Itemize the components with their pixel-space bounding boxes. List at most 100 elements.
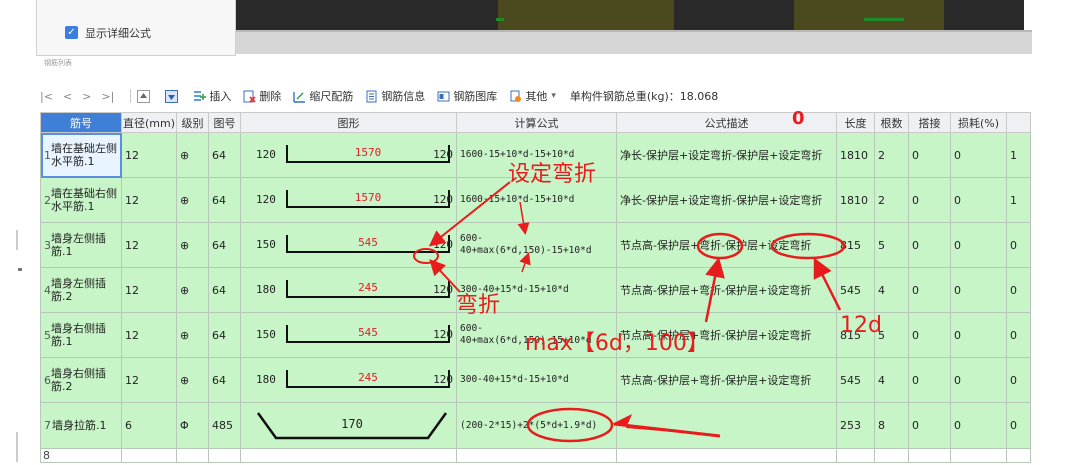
cell-description[interactable]: 净长-保护层+设定弯折-保护层+设定弯折 xyxy=(616,177,837,223)
cell-loss[interactable]: 0 xyxy=(950,222,1007,268)
cell-loss[interactable]: 0 xyxy=(950,267,1007,313)
cell-description[interactable] xyxy=(616,402,837,449)
col-lap[interactable]: 搭接 xyxy=(908,112,951,133)
cell-formula[interactable]: 600-40+max(6*d,150)-15+10*d xyxy=(456,222,617,268)
cell-lap[interactable]: 0 xyxy=(908,312,951,358)
cell-grade[interactable]: Φ xyxy=(176,402,209,449)
cell-bar-name[interactable]: 7 墙身拉筋.1 xyxy=(40,402,122,449)
cell-description[interactable]: 节点高-保护层+弯折-保护层+设定弯折 xyxy=(616,222,837,268)
nav-prev-button[interactable]: < xyxy=(63,90,72,103)
cell-grade[interactable]: ⊕ xyxy=(176,222,209,268)
cell-shape[interactable]: 150 545 120 xyxy=(240,312,457,358)
cell-figure-no[interactable]: 64 xyxy=(208,132,241,178)
cell-extra[interactable]: 0 xyxy=(1006,402,1031,449)
cell-diameter[interactable]: 12 xyxy=(121,312,177,358)
cell-lap[interactable]: 0 xyxy=(908,267,951,313)
cell-extra[interactable]: 0 xyxy=(1006,267,1031,313)
scale-rebar-button[interactable]: 缩尺配筋 xyxy=(293,88,353,104)
cell-formula[interactable]: 300-40+15*d-15+10*d xyxy=(456,357,617,403)
splitter-bar[interactable] xyxy=(234,30,1032,54)
cell-description[interactable]: 节点高-保护层+弯折-保护层+设定弯折 xyxy=(616,357,837,403)
cell-figure-no[interactable]: 64 xyxy=(208,177,241,223)
insert-button[interactable]: 插入 xyxy=(193,88,231,104)
col-grade[interactable]: 级别 xyxy=(176,112,209,133)
nav-last-button[interactable]: >| xyxy=(101,90,114,103)
cell-loss[interactable]: 0 xyxy=(950,357,1007,403)
cell-count[interactable]: 2 xyxy=(874,177,909,223)
cell-formula[interactable]: (200-2*15)+2*(5*d+1.9*d) xyxy=(456,402,617,449)
cell-bar-name[interactable]: 5 墙身右侧插筋.1 xyxy=(40,312,122,358)
cell-count[interactable]: 5 xyxy=(874,222,909,268)
cell-shape[interactable]: 180 245 120 xyxy=(240,357,457,403)
cell-shape[interactable]: 170 xyxy=(240,402,457,449)
cell-extra[interactable]: 0 xyxy=(1006,357,1031,403)
rebar-info-button[interactable]: 钢筋信息 xyxy=(365,88,425,104)
cell-shape[interactable]: 150 545 120 xyxy=(240,222,457,268)
cell-length[interactable]: 253 xyxy=(836,402,875,449)
col-extra[interactable] xyxy=(1006,112,1031,133)
cell-length[interactable]: 815 xyxy=(836,222,875,268)
cell-extra[interactable]: 1 xyxy=(1006,177,1031,223)
cell-length[interactable]: 545 xyxy=(836,267,875,313)
col-length[interactable]: 长度 xyxy=(836,112,875,133)
cell-figure-no[interactable]: 64 xyxy=(208,357,241,403)
cell-extra[interactable]: 0 xyxy=(1006,312,1031,358)
show-formula-checkbox[interactable]: ✓ xyxy=(65,26,78,39)
table-row[interactable]: 7 墙身拉筋.1 6 Φ 485 170 (200-2*15)+2*(5*d+1.… xyxy=(40,402,1031,449)
cell-diameter[interactable]: 12 xyxy=(121,177,177,223)
cell-figure-no[interactable]: 64 xyxy=(208,312,241,358)
table-row[interactable]: 3 墙身左侧插筋.1 12 ⊕ 64 150 545 120 600-40+max(6… xyxy=(40,222,1031,268)
cell-grade[interactable]: ⊕ xyxy=(176,177,209,223)
cell-lap[interactable]: 0 xyxy=(908,402,951,449)
delete-button[interactable]: 删除 xyxy=(243,88,281,104)
cell-length[interactable]: 1810 xyxy=(836,132,875,178)
cell-shape[interactable]: 120 1570 120 xyxy=(240,177,457,223)
col-loss[interactable]: 损耗(%) xyxy=(950,112,1007,133)
cell-bar-name[interactable]: 3 墙身左侧插筋.1 xyxy=(40,222,122,268)
cell-loss[interactable]: 0 xyxy=(950,177,1007,223)
table-row[interactable]: 8 xyxy=(40,448,1031,463)
cell-count[interactable]: 4 xyxy=(874,267,909,313)
cell-bar-name[interactable]: 4 墙身左侧插筋.2 xyxy=(40,267,122,313)
cell-grade[interactable]: ⊕ xyxy=(176,267,209,313)
nav-first-button[interactable]: |< xyxy=(40,90,53,103)
cell-count[interactable]: 8 xyxy=(874,402,909,449)
cell-grade[interactable]: ⊕ xyxy=(176,132,209,178)
other-menu-button[interactable]: 其他 ▾ xyxy=(509,88,556,104)
col-shape[interactable]: 图形 xyxy=(240,112,457,133)
cell-diameter[interactable]: 6 xyxy=(121,402,177,449)
cell-shape[interactable]: 180 245 120 xyxy=(240,267,457,313)
cell-figure-no[interactable]: 64 xyxy=(208,267,241,313)
cell-grade[interactable]: ⊕ xyxy=(176,312,209,358)
cell-extra[interactable]: 1 xyxy=(1006,132,1031,178)
cell-figure-no[interactable]: 64 xyxy=(208,222,241,268)
cell-loss[interactable]: 0 xyxy=(950,312,1007,358)
col-count[interactable]: 根数 xyxy=(874,112,909,133)
move-down-button[interactable] xyxy=(165,89,181,103)
cell-lap[interactable]: 0 xyxy=(908,177,951,223)
cell-count[interactable]: 2 xyxy=(874,132,909,178)
col-figure-no[interactable]: 图号 xyxy=(208,112,241,133)
table-row[interactable]: 6 墙身右侧插筋.2 12 ⊕ 64 180 245 120 300-40+15*d-… xyxy=(40,357,1031,403)
move-up-button[interactable] xyxy=(137,89,153,103)
cell-length[interactable]: 545 xyxy=(836,357,875,403)
cell-bar-name[interactable]: 2 墙在基础右侧水平筋.1 xyxy=(40,177,122,223)
cell-bar-name[interactable]: 6 墙身右侧插筋.2 xyxy=(40,357,122,403)
cell-count[interactable]: 4 xyxy=(874,357,909,403)
nav-next-button[interactable]: > xyxy=(82,90,91,103)
cell-shape[interactable]: 120 1570 120 xyxy=(240,132,457,178)
cell-diameter[interactable]: 12 xyxy=(121,267,177,313)
col-formula[interactable]: 计算公式 xyxy=(456,112,617,133)
table-row[interactable]: 4 墙身左侧插筋.2 12 ⊕ 64 180 245 120 300-40+15*d-… xyxy=(40,267,1031,313)
cell-figure-no[interactable]: 485 xyxy=(208,402,241,449)
col-bar-no[interactable]: 筋号 xyxy=(40,112,122,133)
col-diameter[interactable]: 直径(mm) xyxy=(121,112,177,133)
cell-loss[interactable]: 0 xyxy=(950,132,1007,178)
cell-bar-name[interactable]: 1 墙在基础左侧水平筋.1 xyxy=(40,132,122,178)
cell-length[interactable]: 1810 xyxy=(836,177,875,223)
cell-diameter[interactable]: 12 xyxy=(121,357,177,403)
cell-description[interactable]: 净长-保护层+设定弯折-保护层+设定弯折 xyxy=(616,132,837,178)
cell-description[interactable]: 节点高-保护层+弯折-保护层+设定弯折 xyxy=(616,267,837,313)
rebar-library-button[interactable]: 钢筋图库 xyxy=(437,88,497,104)
cell-extra[interactable]: 0 xyxy=(1006,222,1031,268)
